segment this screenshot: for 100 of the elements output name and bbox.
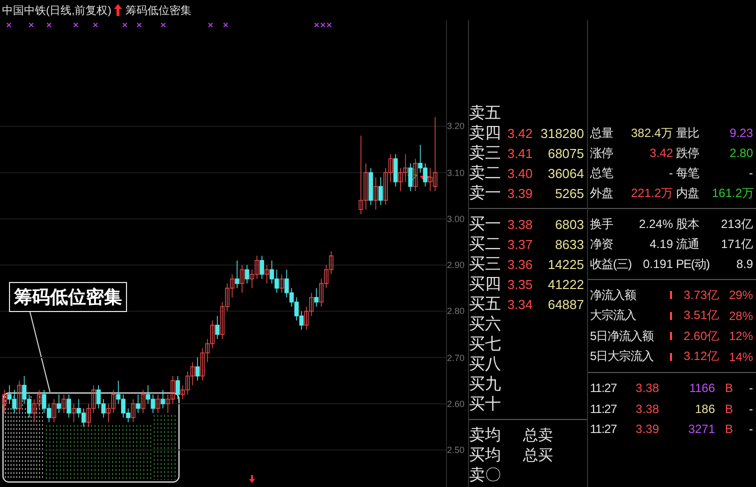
order-price: 3.35 [506,277,534,292]
stat-label: 流通 [676,236,700,252]
stat-value: 3.42 [648,146,674,160]
order-volume: 318280 [540,126,584,141]
trade-price: 3.39 [634,422,660,436]
stat-value: 0.191 [642,257,674,271]
order-price: 3.37 [506,237,534,252]
total-label: 总卖 [522,426,554,445]
stat-label: PE(动) [676,256,710,272]
price-tick-label: 3.10 [447,168,465,178]
price-tick-label: 2.50 [447,445,465,455]
order-price: 3.40 [506,166,534,181]
trade-price: 3.38 [634,402,660,416]
stat-value: 9.23 [728,126,754,140]
stat-label: 净资 [590,236,614,252]
flow-share: 12% [728,329,754,344]
order-volume: 36064 [546,166,584,181]
flow-value: 3.51亿 [682,307,720,324]
order-level-label: 买四 [469,275,502,295]
trade-price: 3.38 [634,381,660,396]
flow-label: 5日大宗流入 [590,348,655,366]
stat-label: 总笔 [590,164,614,182]
up-arrow-icon [114,4,122,16]
trade-side: B [724,402,734,416]
order-level-label: 买十 [469,394,502,415]
stat-label: 内盘 [676,184,700,202]
stat-value: 161.2万 [712,184,756,202]
order-volume: 8633 [554,237,584,252]
chart-title: 中国中铁(日线,前复权) [2,4,112,18]
stat-value: 2.24% [638,217,674,231]
order-price: 3.42 [506,126,534,141]
order-price: 3.41 [506,146,534,161]
order-level-label: 卖五 [469,104,502,124]
order-level-label: 买五 [469,295,502,315]
summary-label: 买均 [469,446,502,466]
trade-volume: 3271 [687,422,716,436]
stat-label: 跌停 [676,144,700,162]
order-level-label: 买六 [469,314,502,335]
trade-volume: 1166 [688,381,716,396]
flow-value: 3.12亿 [682,348,720,366]
flow-share: 28% [728,308,754,323]
trade-change: - [748,402,754,416]
flow-share: 14% [728,350,754,364]
stat-label: 总量 [590,124,614,142]
order-level-label: 卖四 [469,124,502,144]
trade-volume: 186 [694,402,716,416]
price-tick-label: 2.80 [447,306,465,316]
order-level-label: 买七 [469,334,502,355]
stat-value: 382.4万 [630,124,674,142]
trade-change: - [748,422,754,436]
flow-share: 29% [728,288,754,302]
order-level-label: 卖二 [469,164,502,184]
trade-time: 11:27 [590,402,618,416]
callout-label: 筹码低位密集 [9,282,127,312]
stat-label: 每笔 [676,164,700,182]
order-volume: 6803 [554,217,584,232]
stat-label: 收益(三) [590,256,630,272]
summary-label: 卖〇 [469,466,502,486]
flow-label: 5日净流入额 [590,328,655,345]
order-price: 3.36 [506,257,534,272]
flow-value: 3.73亿 [682,286,720,304]
trade-change: - [748,381,754,396]
price-tick-label: 2.90 [447,260,465,270]
stat-value: 171亿 [720,236,754,252]
order-level-label: 卖一 [469,184,502,204]
order-level-label: 买八 [469,355,502,375]
trade-side: B [724,381,734,396]
stat-value: 2.80 [728,146,754,160]
flow-label: 大宗流入 [590,307,637,324]
order-volume: 14225 [546,257,584,272]
order-volume: 41222 [546,277,584,292]
order-volume: 64887 [546,297,584,312]
order-volume: 5265 [554,186,584,201]
order-level-label: 买三 [469,255,502,275]
price-tick-label: 2.60 [447,398,465,409]
indicator-name: 筹码低位密集 [125,4,192,18]
price-tick-label: 2.70 [447,352,465,363]
order-level-label: 买二 [469,235,502,255]
down-arrow-icon [249,475,255,483]
stat-value: - [748,166,754,180]
order-level-label: 卖三 [469,144,502,164]
order-level-label: 买九 [469,374,502,395]
order-price: 3.38 [506,217,534,232]
stat-label: 股本 [676,216,700,232]
order-volume: 68075 [546,146,584,161]
stat-label: 换手 [590,216,614,232]
trade-side: B [724,422,734,436]
stat-label: 外盘 [590,184,614,202]
flow-label: 净流入额 [590,286,638,304]
order-price: 3.34 [506,297,534,312]
price-tick-label: 3.00 [447,214,465,224]
summary-label: 卖均 [469,426,502,446]
trade-time: 11:27 [590,381,618,396]
price-tick-label: 3.20 [447,121,465,132]
flow-value: 2.60亿 [682,328,720,345]
stat-value: 213亿 [720,216,754,232]
stat-value: - [668,166,674,180]
stat-value: 221.2万 [630,184,674,202]
order-price: 3.39 [506,186,534,201]
order-level-label: 买一 [469,215,502,235]
